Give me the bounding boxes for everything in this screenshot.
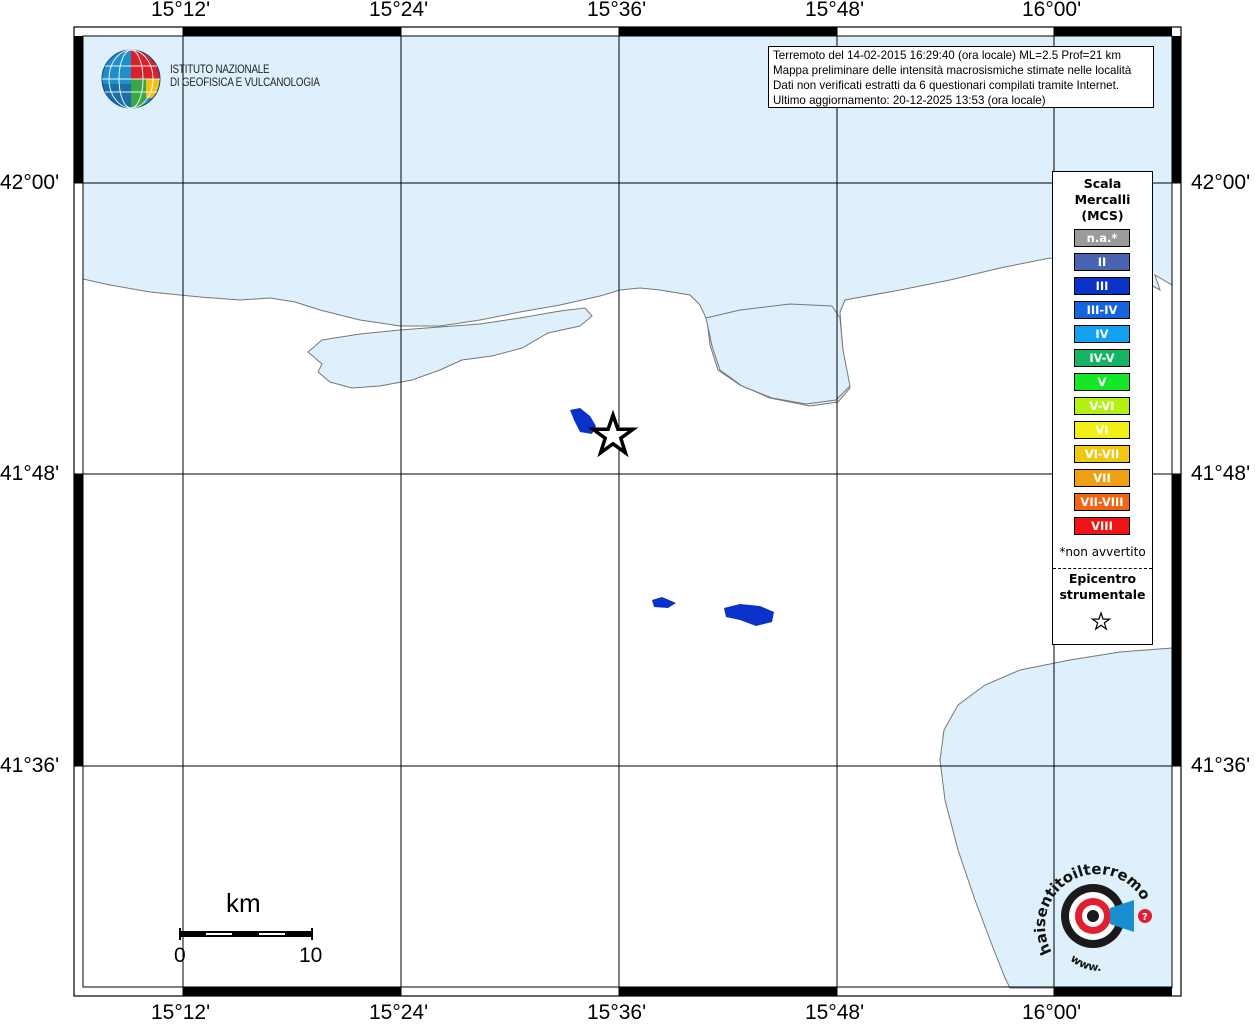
data-source-note: Dati non verificati estratti da 6 questi… xyxy=(773,79,1120,92)
event-info-box: Terremoto del 14-02-2015 16:29:40 (ora l… xyxy=(768,46,1154,108)
epicenter-star-icon xyxy=(1090,611,1112,631)
lat-label-left: 41°36' xyxy=(0,754,60,777)
legend-swatch: V xyxy=(1074,373,1130,391)
scale-start: 0 xyxy=(174,944,186,967)
legend-items: n.a.* II III III-IV IV IV-V V V-VI VI VI-VII VII VI… xyxy=(1074,229,1130,541)
legend-swatch: II xyxy=(1074,253,1130,271)
lon-label-top: 16°00' xyxy=(1022,0,1082,21)
legend-swatch: VI-VII xyxy=(1074,445,1130,463)
legend-swatch: III-IV xyxy=(1074,301,1130,319)
lon-label-top: 15°24' xyxy=(369,0,429,21)
institute-name: ISTITUTO NAZIONALE DI GEOFISICA E VULCAN… xyxy=(170,64,320,89)
legend-swatch: VII-VIII xyxy=(1074,493,1130,511)
scale-end: 10 xyxy=(299,944,323,967)
intensity-legend: Scala Mercalli (MCS) n.a.* II III III-IV IV I… xyxy=(1052,171,1153,645)
legend-swatch: III xyxy=(1074,277,1130,295)
scale-unit: km xyxy=(226,888,261,918)
epicenter-legend-label: Epicentro strumentale xyxy=(1059,571,1146,602)
lon-label-top: 15°48' xyxy=(805,0,865,21)
lat-label-right: 42°00' xyxy=(1191,171,1251,194)
legend-title: Scala Mercalli (MCS) xyxy=(1074,176,1131,223)
lon-label-bottom: 15°12' xyxy=(151,1001,211,1024)
legend-swatch: V-VI xyxy=(1074,397,1130,415)
last-update: Ultimo aggiornamento: 20-12-2025 13:53 (… xyxy=(773,94,1046,107)
legend-swatch: IV xyxy=(1074,325,1130,343)
map-description: Mappa preliminare delle intensità macros… xyxy=(773,64,1132,77)
lon-label-bottom: 16°00' xyxy=(1022,1001,1082,1024)
legend-swatch: n.a.* xyxy=(1074,229,1130,247)
lat-label-right: 41°36' xyxy=(1191,754,1251,777)
legend-swatch: VIII xyxy=(1074,517,1130,535)
lon-label-bottom: 15°24' xyxy=(369,1001,429,1024)
lat-label-right: 41°48' xyxy=(1191,462,1251,485)
legend-swatch: VII xyxy=(1074,469,1130,487)
svg-text:?: ? xyxy=(1142,912,1148,923)
lon-label-bottom: 15°48' xyxy=(805,1001,865,1024)
legend-swatch: VI xyxy=(1074,421,1130,439)
legend-note: *non avvertito xyxy=(1059,545,1146,559)
lat-label-left: 42°00' xyxy=(0,171,60,194)
haisentito-logo-icon: haisentitoilterremoto.it www. ? xyxy=(1030,860,1154,974)
svg-text:www.: www. xyxy=(1068,952,1101,974)
lon-label-bottom: 15°36' xyxy=(587,1001,647,1024)
event-title: Terremoto del 14-02-2015 16:29:40 (ora l… xyxy=(773,49,1122,62)
legend-swatch: IV-V xyxy=(1074,349,1130,367)
lat-label-left: 41°48' xyxy=(0,462,60,485)
lon-label-top: 15°12' xyxy=(151,0,211,21)
legend-divider xyxy=(1053,568,1152,569)
lon-label-top: 15°36' xyxy=(587,0,647,21)
ingv-logo-icon xyxy=(101,49,161,109)
